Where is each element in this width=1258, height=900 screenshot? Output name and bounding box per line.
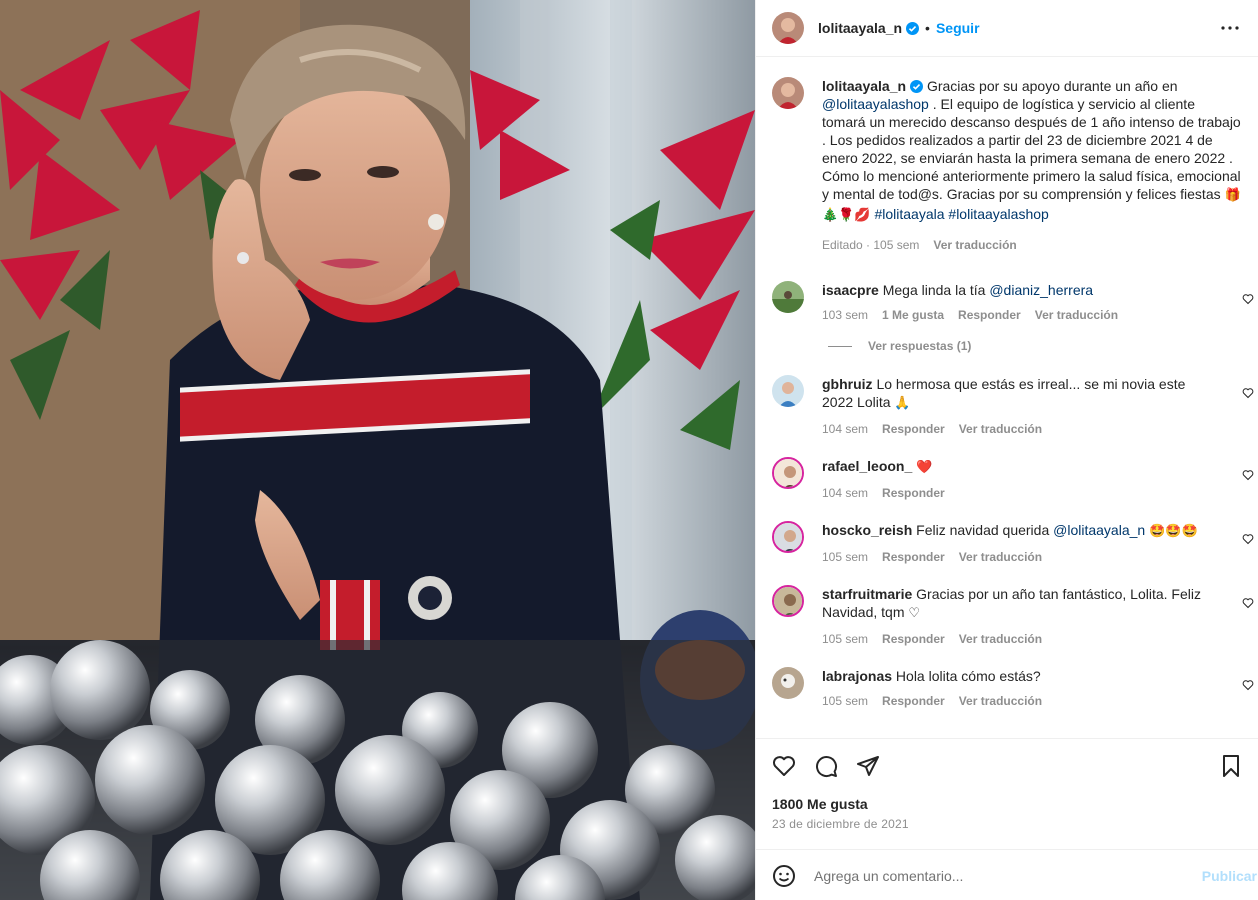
comment-mention-link[interactable]: @lolitaayala_n	[1053, 522, 1145, 538]
caption-text-1: Gracias por su apoyo durante un año en	[926, 78, 1178, 94]
post-image	[0, 0, 755, 900]
caption-avatar[interactable]	[772, 77, 804, 109]
caption-mention-link[interactable]: @lolitaayalashop	[822, 96, 929, 112]
see-translation-link[interactable]: Ver traducción	[959, 549, 1042, 565]
comment-input[interactable]	[814, 867, 1202, 884]
comment-username[interactable]: isaacpre	[822, 282, 879, 298]
save-bookmark-icon[interactable]	[1219, 754, 1243, 778]
comment-text: Feliz navidad querida	[916, 522, 1050, 538]
comment-time: 103 sem	[822, 308, 869, 322]
reply-button[interactable]: Responder	[882, 631, 945, 647]
caption-edited-time: Editado · 105 sem	[822, 238, 920, 252]
more-options-icon[interactable]	[1218, 16, 1242, 40]
like-comment-heart-icon[interactable]	[1242, 387, 1254, 399]
comment-item: hoscko_reish Feliz navidad querida @loli…	[772, 521, 1254, 565]
like-heart-icon[interactable]	[772, 754, 796, 778]
hashtag-link[interactable]: #lolitaayalashop	[948, 206, 1048, 222]
comment-time: 105 sem	[822, 550, 869, 564]
commenter-avatar-story[interactable]	[772, 521, 804, 553]
reply-button[interactable]: Responder	[958, 307, 1021, 323]
post-header: lolitaayala_n • Seguir	[756, 0, 1258, 57]
see-translation-link[interactable]: Ver traducción	[933, 237, 1016, 253]
view-replies-button[interactable]: Ver respuestas (1)	[828, 339, 1242, 353]
comment-text: Mega linda la tía	[882, 282, 986, 298]
comment-likes-count[interactable]: 1 Me gusta	[882, 307, 944, 323]
comment-username[interactable]: gbhruiz	[822, 376, 873, 392]
comment-time: 105 sem	[822, 632, 869, 646]
caption-username[interactable]: lolitaayala_n	[822, 78, 906, 94]
post-photo[interactable]	[0, 0, 755, 900]
post-details-panel: lolitaayala_n • Seguir lolitaayala_n Gra…	[755, 0, 1258, 900]
comment-item: rafael_leoon_ ❤️ 104 sem Responder	[772, 457, 1254, 501]
comment-username[interactable]: rafael_leoon_	[822, 458, 912, 474]
like-comment-heart-icon[interactable]	[1242, 533, 1254, 545]
white-heart-emoji: ♡	[908, 606, 921, 621]
verified-badge-icon	[910, 80, 924, 93]
reply-button[interactable]: Responder	[882, 421, 945, 437]
follow-button[interactable]: Seguir	[936, 20, 980, 36]
comment-item: gbhruiz Lo hermosa que estás es irreal..…	[772, 375, 1254, 437]
see-translation-link[interactable]: Ver traducción	[959, 421, 1042, 437]
publish-button[interactable]: Publicar	[1202, 868, 1257, 884]
see-translation-link[interactable]: Ver traducción	[959, 631, 1042, 647]
author-avatar[interactable]	[772, 12, 804, 44]
post-date: 23 de diciembre de 2021	[772, 817, 909, 831]
red-heart-emoji: ❤️	[916, 460, 933, 475]
post-caption: lolitaayala_n Gracias por su apoyo duran…	[772, 57, 1242, 253]
comment-emoji: 🙏	[894, 396, 911, 411]
comment-mention-link[interactable]: @dianiz_herrera	[989, 282, 1093, 298]
comment-username[interactable]: hoscko_reish	[822, 522, 912, 538]
likes-count[interactable]: 1800 Me gusta	[756, 793, 1258, 813]
like-comment-heart-icon[interactable]	[1242, 679, 1254, 691]
see-translation-link[interactable]: Ver traducción	[959, 693, 1042, 709]
hashtag-link[interactable]: #lolitaayala	[874, 206, 944, 222]
comment-bubble-icon[interactable]	[814, 754, 838, 778]
commenter-avatar[interactable]	[772, 375, 804, 407]
comment-time: 105 sem	[822, 694, 869, 708]
author-username[interactable]: lolitaayala_n	[818, 20, 902, 36]
commenter-avatar[interactable]	[772, 281, 804, 313]
replies-divider	[828, 345, 852, 347]
action-icons-bar	[756, 739, 1258, 793]
comment-text: Lo hermosa que estás es irreal... se mi …	[822, 376, 1186, 410]
commenter-avatar[interactable]	[772, 667, 804, 699]
header-separator: •	[925, 20, 930, 36]
comment-time: 104 sem	[822, 486, 869, 500]
verified-badge-icon	[906, 21, 920, 35]
post-actions: 1800 Me gusta 23 de diciembre de 2021 Pu…	[756, 738, 1258, 887]
reply-button[interactable]: Responder	[882, 485, 945, 501]
reply-button[interactable]: Responder	[882, 693, 945, 709]
comment-item: labrajonas Hola lolita cómo estás? 105 s…	[772, 667, 1254, 709]
commenter-avatar-story[interactable]	[772, 457, 804, 489]
share-paper-plane-icon[interactable]	[856, 754, 880, 778]
comment-item: starfruitmarie Gracias por un año tan fa…	[772, 585, 1254, 647]
comment-text: Hola lolita cómo estás?	[895, 668, 1041, 684]
see-translation-link[interactable]: Ver traducción	[1035, 307, 1118, 323]
emoji-smiley-icon[interactable]	[772, 864, 796, 888]
like-comment-heart-icon[interactable]	[1242, 597, 1254, 609]
reply-button[interactable]: Responder	[882, 549, 945, 565]
comment-item: isaacpre Mega linda la tía @dianiz_herre…	[772, 281, 1254, 323]
comment-username[interactable]: starfruitmarie	[822, 586, 912, 602]
comment-emoji: 🤩🤩🤩	[1149, 524, 1198, 539]
commenter-avatar-story[interactable]	[772, 585, 804, 617]
comment-time: 104 sem	[822, 422, 869, 436]
like-comment-heart-icon[interactable]	[1242, 469, 1254, 481]
comments-list[interactable]: lolitaayala_n Gracias por su apoyo duran…	[756, 57, 1258, 738]
add-comment-bar: Publicar	[756, 849, 1258, 900]
comment-username[interactable]: labrajonas	[822, 668, 892, 684]
like-comment-heart-icon[interactable]	[1242, 293, 1254, 305]
view-replies-label: Ver respuestas (1)	[868, 339, 972, 353]
